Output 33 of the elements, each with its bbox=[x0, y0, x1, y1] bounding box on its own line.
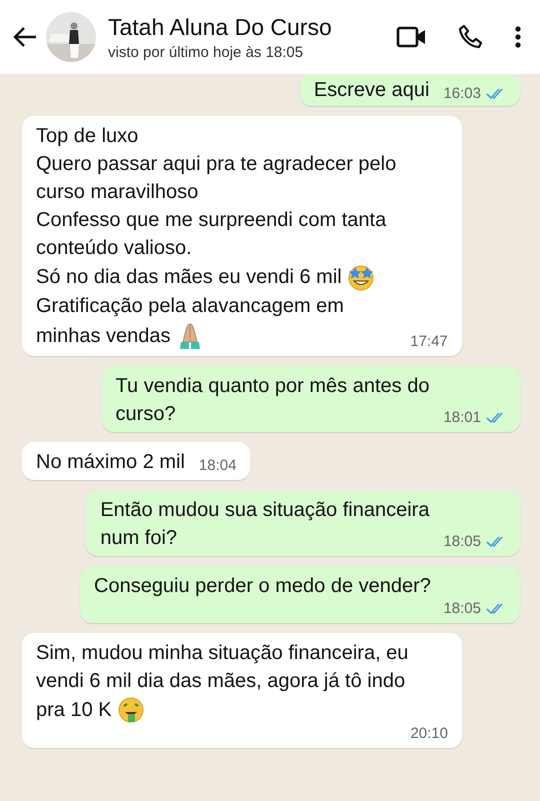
back-arrow-icon bbox=[12, 25, 38, 49]
message-text: Sim, mudou minha situação financeira, eu bbox=[36, 641, 408, 666]
more-options-icon bbox=[514, 25, 522, 49]
phone-icon bbox=[458, 24, 484, 50]
message-time: 20:10 bbox=[410, 725, 448, 742]
message-time: 18:04 bbox=[198, 457, 236, 474]
message-time: 18:05 bbox=[443, 533, 481, 550]
message-text: Tu vendia quanto por mês antes do bbox=[116, 374, 430, 399]
avatar[interactable] bbox=[46, 12, 96, 62]
message-time: 16:03 bbox=[443, 85, 481, 102]
message-text: curso maravilhoso bbox=[36, 180, 198, 205]
message-text: num foi? bbox=[100, 526, 178, 551]
message-text: vendi 6 mil dia das mães, agora já tô indo bbox=[36, 669, 406, 694]
message-text: Só no dia das mães eu vendi 6 mil bbox=[36, 265, 342, 290]
message-text: Conseguiu perder o medo de vender? bbox=[94, 574, 431, 599]
message-text: Gratificação pela alavancagem em bbox=[36, 294, 344, 319]
message-text: Top de luxo bbox=[36, 124, 138, 149]
message-text: conteúdo valioso. bbox=[36, 236, 192, 261]
money-mouth-face-icon bbox=[116, 695, 146, 725]
message-text: No máximo 2 mil bbox=[36, 450, 185, 475]
message-time: 17:47 bbox=[410, 333, 448, 350]
video-camera-icon bbox=[396, 25, 428, 49]
contact-name[interactable]: Tatah Aluna Do Curso bbox=[108, 14, 372, 40]
message-time: 18:05 bbox=[443, 600, 481, 617]
message-time: 18:01 bbox=[443, 409, 481, 426]
message-text: minhas vendas bbox=[36, 324, 171, 349]
message-text: curso? bbox=[116, 402, 176, 427]
message-text: Escreve aqui bbox=[314, 78, 430, 103]
message-text: pra 10 K bbox=[36, 698, 112, 723]
message-text: Então mudou sua situação financeira bbox=[100, 498, 430, 523]
last-seen-status: visto por último hoje às 18:05 bbox=[108, 44, 304, 60]
message-text: Confesso que me surpreendi com tanta bbox=[36, 208, 386, 233]
message-text: Quero passar aqui pra te agradecer pelo bbox=[36, 152, 396, 177]
